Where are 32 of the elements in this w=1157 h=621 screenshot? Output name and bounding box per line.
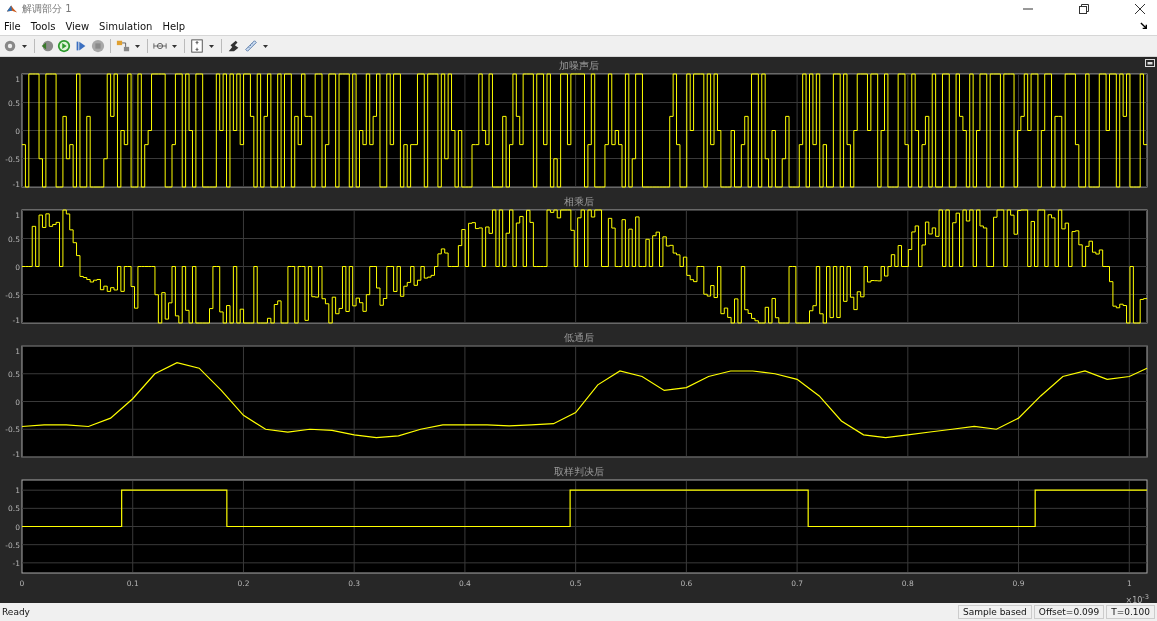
stop-icon[interactable] [91, 39, 105, 53]
highlight-icon[interactable] [227, 39, 241, 53]
plot-title: 相乘后 [563, 195, 594, 209]
close-icon[interactable] [1135, 3, 1145, 14]
status-field: Sample based [958, 605, 1032, 619]
expand-icon[interactable] [1145, 59, 1155, 67]
undock-icon[interactable] [1140, 21, 1149, 31]
step-back-icon[interactable] [40, 39, 54, 53]
status-field: T=0.100 [1106, 605, 1155, 619]
plot-title: 低通后 [563, 331, 594, 345]
window-title: 解调部分 1 [22, 1, 72, 16]
caret-icon[interactable] [135, 44, 140, 48]
axis-exponent: ×10$^{-3}$ [1125, 596, 1149, 605]
status-field: Offset=0.099 [1033, 605, 1105, 619]
menu-item[interactable]: File [4, 20, 21, 32]
step-forward-icon[interactable] [74, 39, 88, 53]
menu-item[interactable]: Help [162, 20, 186, 32]
autoscale-icon[interactable] [190, 39, 204, 53]
settings-icon[interactable] [3, 39, 17, 53]
status-text: Ready [2, 607, 30, 617]
plot-title: 取样判决后 [553, 465, 604, 479]
blocks-icon[interactable] [116, 39, 130, 53]
menu-item[interactable]: Simulation [99, 20, 153, 32]
menu-item[interactable]: Tools [30, 20, 56, 32]
run-icon[interactable] [57, 39, 71, 53]
caret-icon[interactable] [209, 44, 214, 48]
plot-title: 加噪声后 [558, 59, 599, 73]
caret-icon[interactable] [172, 44, 177, 48]
maximize-icon[interactable] [1079, 3, 1089, 14]
caret-icon[interactable] [22, 44, 27, 48]
menu-item[interactable]: View [65, 20, 90, 32]
caret-icon[interactable] [263, 44, 268, 48]
